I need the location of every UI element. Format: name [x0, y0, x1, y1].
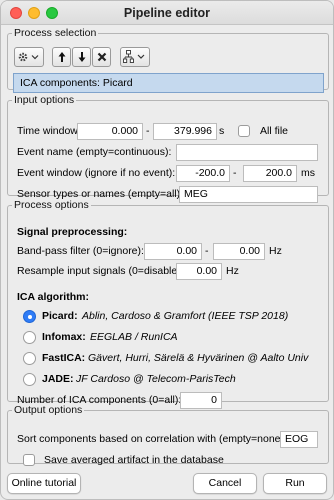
move-down-button[interactable] — [72, 47, 91, 67]
gear-icon — [18, 52, 39, 62]
resample-unit: Hz — [226, 265, 239, 277]
time-window-dash: - — [146, 125, 150, 137]
process-selection-group: Process selection ICA components: Picard — [7, 27, 329, 93]
output-options-group: Output options Sort components based on … — [7, 404, 329, 466]
resample-field[interactable]: 0.00 — [176, 263, 222, 280]
picard-radio[interactable] — [23, 310, 36, 323]
event-window-label: Event window (ignore if no event): — [17, 167, 176, 179]
cancel-button[interactable]: Cancel — [193, 473, 257, 494]
jade-label: JADE: — [42, 373, 74, 385]
window-title: Pipeline editor — [123, 6, 211, 20]
infomax-radio[interactable] — [23, 331, 36, 344]
jade-radio[interactable] — [23, 373, 36, 386]
output-options-legend: Output options — [14, 404, 83, 416]
sort-components-field[interactable]: EOG — [280, 431, 318, 448]
event-name-label: Event name (empty=continuous): — [17, 146, 172, 158]
event-window-unit: ms — [301, 167, 315, 179]
delete-button[interactable] — [92, 47, 111, 67]
save-artifact-label: Save averaged artifact in the database — [44, 454, 224, 466]
sort-components-label: Sort components based on correlation wit… — [17, 433, 287, 445]
time-window-start-field[interactable]: 0.000 — [77, 123, 143, 140]
pipeline-editor-window: Pipeline editor Process selection ICA co… — [0, 0, 334, 500]
move-up-button[interactable] — [52, 47, 71, 67]
infomax-label: Infomax: — [42, 331, 86, 343]
input-options-group: Input options Time window: 0.000 - 379.9… — [7, 94, 329, 203]
bandpass-label: Band-pass filter (0=ignore): — [17, 245, 144, 257]
event-name-field[interactable] — [176, 144, 318, 161]
time-window-label: Time window: — [17, 125, 81, 137]
input-options-legend: Input options — [14, 94, 75, 106]
delete-x-icon — [97, 52, 106, 62]
bandpass-unit: Hz — [269, 245, 282, 257]
fastica-label: FastICA: — [42, 352, 86, 364]
time-window-unit: s — [219, 125, 225, 137]
all-file-label: All file — [260, 125, 289, 137]
title-bar: Pipeline editor — [1, 1, 333, 25]
picard-label: Picard: — [42, 310, 78, 322]
arrow-up-icon — [58, 52, 65, 62]
process-selection-legend: Process selection — [14, 27, 97, 39]
picard-description: Ablin, Cardoso & Gramfort (IEEE TSP 2018… — [82, 310, 289, 322]
bandpass-high-field[interactable]: 0.00 — [213, 243, 265, 260]
all-file-checkbox[interactable] — [238, 125, 250, 137]
time-window-end-field[interactable]: 379.996 — [153, 123, 217, 140]
jade-description: JF Cardoso @ Telecom-ParisTech — [76, 373, 236, 385]
save-artifact-checkbox[interactable] — [23, 454, 35, 466]
process-options-group: Process options Signal preprocessing: Ba… — [7, 199, 329, 409]
event-window-dash: - — [233, 167, 237, 179]
run-button[interactable]: Run — [263, 473, 327, 494]
pipeline-tree-icon — [123, 50, 145, 63]
selected-process-item[interactable]: ICA components: Picard — [13, 73, 324, 93]
process-options-legend: Process options — [14, 199, 89, 211]
signal-preprocessing-heading: Signal preprocessing: — [17, 226, 128, 238]
resample-label: Resample input signals (0=disable): — [17, 265, 184, 277]
fastica-description: Gävert, Hurri, Särelä & Hyvärinen @ Aalt… — [88, 352, 309, 364]
fastica-radio[interactable] — [23, 352, 36, 365]
infomax-description: EEGLAB / RunICA — [90, 331, 178, 343]
bandpass-dash: - — [205, 245, 209, 257]
event-window-end-field[interactable]: 200.0 — [243, 165, 297, 182]
ica-algorithm-heading: ICA algorithm: — [17, 291, 89, 303]
online-tutorial-button[interactable]: Online tutorial — [7, 473, 81, 494]
gear-menu-button[interactable] — [14, 47, 44, 67]
event-window-start-field[interactable]: -200.0 — [176, 165, 230, 182]
bandpass-low-field[interactable]: 0.00 — [144, 243, 202, 260]
pipeline-menu-button[interactable] — [120, 47, 150, 67]
arrow-down-icon — [78, 52, 85, 62]
